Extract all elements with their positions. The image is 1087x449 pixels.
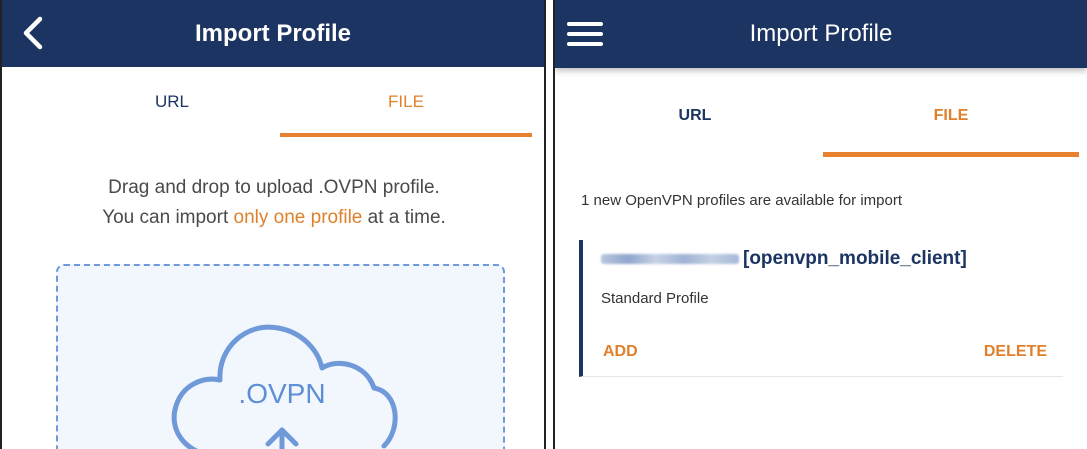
instruction-line-2: You can import only one profile at a tim… bbox=[2, 207, 544, 229]
profile-type: Standard Profile bbox=[601, 290, 709, 307]
instruction-suffix: at a time. bbox=[362, 207, 446, 228]
cloud-upload-icon: .OVPN bbox=[162, 306, 402, 449]
tab-url[interactable]: URL bbox=[625, 107, 765, 125]
app-header: Import Profile bbox=[555, 0, 1087, 68]
redacted-hostname bbox=[601, 253, 739, 264]
add-button[interactable]: ADD bbox=[603, 343, 638, 361]
tab-url[interactable]: URL bbox=[102, 92, 242, 112]
instruction-prefix: You can import bbox=[102, 207, 234, 228]
available-profiles-text: 1 new OpenVPN profiles are available for… bbox=[581, 192, 902, 209]
active-tab-indicator bbox=[280, 133, 532, 137]
app-header: Import Profile bbox=[2, 0, 544, 67]
profile-name-suffix: [openvpn_mobile_client] bbox=[743, 248, 967, 269]
tab-file[interactable]: FILE bbox=[823, 107, 1079, 125]
instruction-line-1: Drag and drop to upload .OVPN profile. bbox=[108, 177, 440, 198]
left-screen: Import Profile URL FILE Drag and drop to… bbox=[0, 0, 546, 449]
screen-divider bbox=[546, 0, 553, 449]
profile-card: [openvpn_mobile_client] Standard Profile… bbox=[579, 240, 1063, 377]
profile-name: [openvpn_mobile_client] bbox=[601, 248, 967, 270]
active-tab-indicator bbox=[823, 152, 1079, 157]
page-title: Import Profile bbox=[749, 20, 893, 47]
page-title: Import Profile bbox=[194, 20, 351, 47]
tab-file[interactable]: FILE bbox=[280, 92, 532, 112]
file-dropzone[interactable]: .OVPN bbox=[56, 264, 505, 449]
right-screen: Import Profile URL FILE 1 new OpenVPN pr… bbox=[553, 0, 1087, 449]
ovpn-label: .OVPN bbox=[238, 378, 326, 409]
instruction-highlight: only one profile bbox=[233, 207, 363, 228]
delete-button[interactable]: DELETE bbox=[984, 343, 1047, 361]
